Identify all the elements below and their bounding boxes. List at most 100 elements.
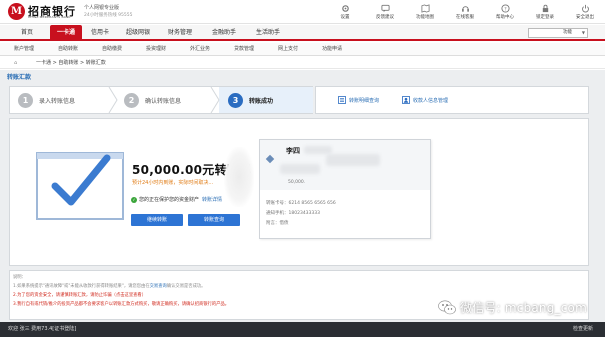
- list-icon: [338, 96, 346, 104]
- top-link-label: 锁定登录: [536, 15, 554, 20]
- top-link-label: 反馈建议: [376, 15, 394, 20]
- payee-manage-link[interactable]: 收款人信息管理: [402, 96, 448, 104]
- breadcrumb: ⌂ 一卡通 > 自助转账 > 转账汇款: [0, 57, 605, 69]
- note-line-2: 2.为了您的资金安全，请谨慎转账汇款，请防止诈骗（点击这里查看）: [13, 292, 146, 298]
- step-label: 确认转账信息: [145, 97, 182, 105]
- subnav-forex[interactable]: 外汇业务: [190, 43, 210, 56]
- power-icon: [580, 3, 591, 13]
- note-text: 1.如果系统提示"通讯故障"或"未能从收款行获得转账结果"，请您您由在: [13, 284, 150, 289]
- gear-icon: [340, 3, 351, 13]
- shield-check-icon: ✓: [131, 196, 137, 203]
- note-text: 3.我行自有或代销/推介的投资产品都不会要求客户以转账汇款方式购买，敬请正确购买…: [13, 302, 230, 307]
- headset-icon: [460, 3, 471, 13]
- subnav-apply[interactable]: 功能申请: [322, 43, 342, 56]
- continue-transfer-button[interactable]: 继续转账: [131, 214, 183, 226]
- subnav-online-pay[interactable]: 网上支付: [278, 43, 298, 56]
- nav-finance[interactable]: 财务管理: [162, 25, 198, 41]
- lock-login-link[interactable]: 锁定登录: [530, 3, 560, 20]
- redacted-blur: [280, 164, 320, 174]
- bank-app-window: M 招商银行 CHINA MERCHANTS BANK 个人网银专业版 24小时…: [0, 0, 605, 337]
- breadcrumb-text: 一卡通 > 自助转账 > 转账汇款: [36, 60, 106, 66]
- nav-credit-card[interactable]: 信用卡: [86, 25, 114, 41]
- subnav-payment[interactable]: 自助缴费: [102, 43, 122, 56]
- online-service-link[interactable]: 在线客服: [450, 3, 480, 20]
- arrival-hint: 预计24小时内到账，实际时间取决...: [132, 180, 214, 186]
- check-update-link[interactable]: 检查更新: [573, 322, 593, 337]
- status-text: 欢迎 张三 费用73.4[证书登陆]: [8, 326, 77, 332]
- quick-link-label: 收款人信息管理: [413, 97, 449, 104]
- note-text: ）: [141, 293, 147, 298]
- row-label: 转账卡号：: [266, 201, 289, 206]
- main-nav: 首页 一卡通 信用卡 超级网银 财务管理 金融助手 生活助手 功能 ▼: [0, 25, 605, 41]
- subnav-transfer[interactable]: 自助转账: [58, 43, 78, 56]
- redacted-blur: [326, 154, 380, 166]
- map-icon: [420, 3, 431, 13]
- redacted-blur: [304, 146, 332, 154]
- edition-label: 个人网银专业版: [84, 5, 120, 11]
- transfer-detail-inline-link[interactable]: 转账详情: [202, 196, 222, 203]
- top-links: 设置 反馈建议 功能地图 在线客服 ? 帮助中心 锁定登录 安全退出: [330, 3, 605, 20]
- nav-one-card[interactable]: 一卡通: [50, 25, 82, 41]
- wechat-icon: [438, 300, 456, 315]
- page-title: 转账汇款: [7, 74, 32, 81]
- transaction-query-link[interactable]: 交易查询: [150, 284, 167, 289]
- bank-name-en: CHINA MERCHANTS BANK: [28, 15, 71, 19]
- step-number: 1: [18, 92, 33, 108]
- transfer-result-panel: 50,000.00元转账已 预计24小时内到账，实际时间取决... ✓ 您的正在…: [9, 118, 589, 266]
- transfer-query-button[interactable]: 转账查询: [188, 214, 240, 226]
- nav-finance-helper[interactable]: 金融助手: [206, 25, 242, 41]
- lock-icon: [540, 3, 551, 13]
- wechat-watermark: 微信号: mcbang_com: [438, 299, 587, 316]
- note-line-3: 3.我行自有或代销/推介的投资产品都不会要求客户以转账汇款方式购买，敬请正确购买…: [13, 301, 229, 307]
- help-icon: ?: [500, 3, 511, 13]
- hotline-label: 24小时服务热线 95555: [84, 13, 133, 18]
- transfer-detail-link[interactable]: 转账明细查询: [338, 96, 379, 104]
- subnav-invest[interactable]: 投资理财: [146, 43, 166, 56]
- step-1: 1 录入转账信息: [18, 87, 75, 113]
- receipt-card: 李四 50,000. 转账卡号：6214 8565 6565 656 通知手机：…: [259, 139, 431, 239]
- settings-link[interactable]: 设置: [330, 3, 360, 20]
- anti-fraud-link[interactable]: 点击这里查看: [116, 293, 142, 298]
- feedback-link[interactable]: 反馈建议: [370, 3, 400, 20]
- top-link-label: 帮助中心: [496, 15, 514, 20]
- protect-text: 您的正在保护您的资金财产: [139, 197, 200, 203]
- nav-home[interactable]: 首页: [14, 25, 40, 41]
- notes-title: 说明：: [13, 275, 26, 280]
- step-2: 2 确认转账信息: [124, 87, 181, 113]
- home-icon[interactable]: ⌂: [14, 60, 20, 66]
- row-value: 6214 8565 6565 656: [288, 201, 336, 206]
- quick-link-label: 转账明细查询: [349, 97, 380, 104]
- title-bar: M 招商银行 CHINA MERCHANTS BANK 个人网银专业版 24小时…: [0, 0, 605, 24]
- card-row-memo: 附言：借债: [266, 220, 289, 226]
- note-text: 确认交易是否成功。: [166, 284, 206, 289]
- nav-super-ebank[interactable]: 超级网银: [120, 25, 156, 41]
- payee-name: 李四: [286, 147, 300, 155]
- quick-links-panel: 转账明细查询 收款人信息管理: [315, 86, 589, 114]
- contacts-icon: [402, 96, 410, 104]
- bank-logo-icon: M: [8, 3, 25, 20]
- note-line-1: 1.如果系统提示"通讯故障"或"未能从收款行获得转账结果"，请您您由在交易查询确…: [13, 283, 205, 289]
- card-amount: 50,000.: [288, 180, 306, 185]
- function-map-link[interactable]: 功能地图: [410, 3, 440, 20]
- step-label: 转账成功: [249, 97, 274, 105]
- protect-notice: ✓ 您的正在保护您的资金财产 转账详情: [131, 196, 222, 203]
- subnav-account[interactable]: 账户管理: [14, 43, 34, 56]
- subnav-loan[interactable]: 贷款管理: [234, 43, 254, 56]
- step-label: 录入转账信息: [39, 97, 76, 105]
- top-link-label: 功能地图: [416, 15, 434, 20]
- step-separator-icon: [108, 87, 118, 113]
- feedback-icon: [380, 3, 391, 13]
- function-search-select[interactable]: 功能 ▼: [528, 28, 588, 38]
- step-3: 3 转账成功: [228, 87, 273, 113]
- row-label: 附言：: [266, 221, 280, 226]
- help-center-link[interactable]: ? 帮助中心: [490, 3, 520, 20]
- redacted-blur: [224, 147, 254, 207]
- chevron-down-icon: ▼: [581, 30, 585, 35]
- progress-steps: 1 录入转账信息 2 确认转账信息 3 转账成功: [9, 86, 313, 114]
- function-search-label: 功能: [563, 30, 572, 35]
- nav-life-helper[interactable]: 生活助手: [250, 25, 286, 41]
- top-link-label: 设置: [340, 15, 350, 20]
- sub-nav: 账户管理 自助转账 自助缴费 投资理财 外汇业务 贷款管理 网上支付 功能申请: [0, 43, 605, 56]
- card-row-account: 转账卡号：6214 8565 6565 656: [266, 200, 336, 206]
- logout-link[interactable]: 安全退出: [570, 3, 600, 20]
